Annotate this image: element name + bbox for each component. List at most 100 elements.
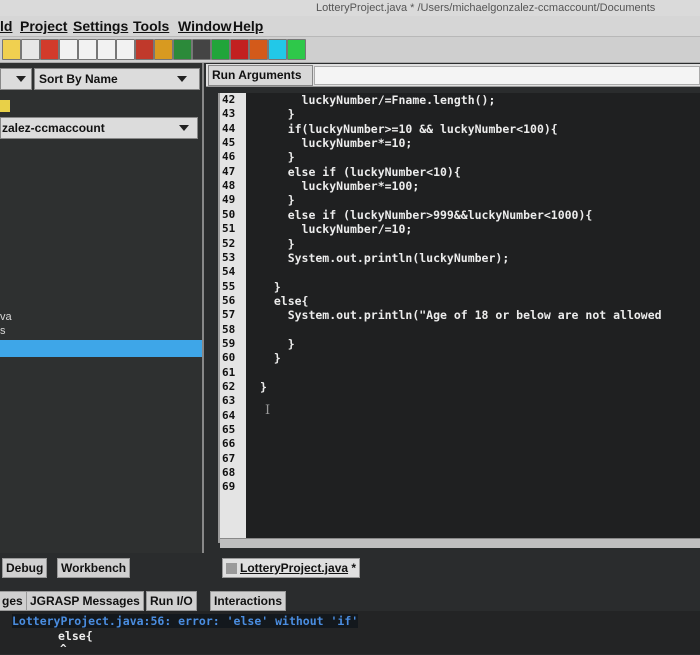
code-editor[interactable]: I luckyNumber/=Fname.length(); } if(luck… (246, 93, 700, 538)
code-line: else if (luckyNumber>999&&luckyNumber<10… (260, 207, 593, 222)
document-icon[interactable] (78, 39, 97, 60)
line-number: 57 (222, 308, 236, 322)
line-number: 67 (222, 451, 236, 465)
menu-build[interactable]: ld (0, 16, 12, 36)
code-line: luckyNumber/=10; (260, 222, 413, 237)
sort-dropdown[interactable]: Sort By Name (34, 68, 200, 90)
line-number: 60 (222, 351, 236, 365)
folder-label: zalez-ccmaccount (2, 121, 105, 135)
flag-icon[interactable] (135, 39, 154, 60)
line-number: 65 (222, 423, 236, 437)
menu-settings[interactable]: Settings (73, 16, 128, 36)
line-number: 69 (222, 480, 236, 494)
window-title-bar: LotteryProject.java * /Users/michaelgonz… (0, 0, 700, 16)
run-arguments-label: Run Arguments (208, 65, 313, 86)
tab-run-io[interactable]: Run I/O (146, 591, 197, 611)
tab-workbench[interactable]: Workbench (57, 558, 131, 578)
code-line: luckyNumber/=Fname.length(); (260, 93, 496, 107)
left-tab-strip: Debug Workbench (0, 556, 220, 578)
run-arguments-field[interactable] (314, 66, 700, 85)
chevron-down-icon (177, 76, 187, 82)
code-line: luckyNumber*=100; (260, 179, 420, 194)
modified-indicator: * (351, 561, 357, 575)
sort-label: Sort By Name (39, 72, 118, 86)
file-item[interactable]: va (0, 311, 12, 323)
tab-jgrasp-messages[interactable]: JGRASP Messages (26, 591, 144, 611)
chevron-down-icon (179, 125, 189, 131)
line-number: 61 (222, 365, 236, 379)
document-icon[interactable] (59, 39, 78, 60)
file-tab-label: LotteryProject.java (240, 561, 349, 575)
menu-window[interactable]: Window (178, 16, 232, 36)
code-line: System.out.println(luckyNumber); (260, 250, 510, 265)
java-file-icon (226, 563, 237, 575)
green-square-icon[interactable] (287, 39, 306, 60)
code-line: else{ (260, 293, 309, 308)
selected-file-item[interactable] (0, 340, 202, 357)
document-icon[interactable] (116, 39, 135, 60)
tab-debug[interactable]: Debug (2, 558, 48, 578)
cyan-square-icon[interactable] (268, 39, 287, 60)
compile-icon[interactable] (21, 39, 40, 60)
line-number: 58 (222, 322, 236, 336)
line-number: 68 (222, 466, 236, 480)
error-source-line: else{ (58, 629, 93, 643)
folder-dropdown[interactable]: zalez-ccmaccount (0, 117, 198, 139)
line-number: 50 (222, 207, 236, 221)
menu-bar: ld Project Settings Tools Window Help (0, 16, 700, 37)
line-number: 52 (222, 236, 236, 250)
code-line: luckyNumber*=10; (260, 136, 413, 151)
run-arguments-bar: Run Arguments (206, 64, 700, 87)
line-number: 43 (222, 107, 236, 121)
line-number: 62 (222, 380, 236, 393)
code-line: } (260, 336, 295, 351)
line-number: 46 (222, 150, 236, 164)
line-number: 47 (222, 164, 236, 178)
code-line: System.out.println("Age of 18 or below a… (260, 308, 662, 323)
folder-icon[interactable] (0, 100, 10, 112)
line-number: 42 (222, 93, 236, 106)
undo-icon[interactable] (40, 39, 59, 60)
code-line: if(luckyNumber>=10 && luckyNumber<100){ (260, 121, 558, 136)
line-number: 49 (222, 193, 236, 207)
line-number: 55 (222, 279, 236, 293)
line-number: 63 (222, 394, 236, 408)
line-number: 66 (222, 437, 236, 451)
file-item[interactable]: s (0, 325, 6, 337)
menu-tools[interactable]: Tools (133, 16, 169, 36)
line-number: 51 (222, 222, 236, 236)
tree-icon[interactable] (173, 39, 192, 60)
line-number: 59 (222, 336, 236, 350)
chevron-down-icon (16, 76, 26, 82)
menu-help[interactable]: Help (233, 16, 263, 36)
messages-panel: LotteryProject.java:56: error: 'else' wi… (0, 611, 700, 655)
code-line: } (260, 150, 295, 165)
toolbar (0, 37, 700, 63)
menu-project[interactable]: Project (20, 16, 67, 36)
code-line: } (260, 193, 295, 208)
window-title: LotteryProject.java * /Users/michaelgonz… (316, 2, 656, 14)
chart-icon[interactable] (154, 39, 173, 60)
run-icon[interactable] (249, 39, 268, 60)
line-number-gutter: 42 43 44 45 46 47 48 49 50 51 52 53 54 55 56 57 58 59 60 61… (218, 93, 248, 543)
text-cursor-icon: I (265, 403, 271, 418)
code-line: } (260, 107, 295, 122)
check-icon[interactable] (192, 39, 211, 60)
code-line: } (260, 236, 295, 251)
add-icon[interactable] (211, 39, 230, 60)
code-line: else if (luckyNumber<10){ (260, 164, 461, 179)
error-message[interactable]: LotteryProject.java:56: error: 'else' wi… (12, 614, 359, 628)
horizontal-scrollbar[interactable] (220, 538, 700, 548)
document-icon[interactable] (97, 39, 116, 60)
bottom-tab-strip: ges JGRASP Messages Run I/O Interactions (0, 589, 700, 611)
bug-icon[interactable] (230, 39, 249, 60)
line-number: 56 (222, 293, 236, 307)
browser-filter-dropdown[interactable] (0, 68, 32, 90)
line-number: 54 (222, 265, 236, 279)
code-line: } (260, 380, 267, 394)
tab-lotteryproject-file[interactable]: LotteryProject.java * (222, 558, 361, 578)
tab-messages-partial[interactable]: ges (0, 591, 27, 611)
build-icon[interactable] (2, 39, 21, 60)
code-line: } (260, 279, 281, 294)
tab-interactions[interactable]: Interactions (210, 591, 287, 611)
